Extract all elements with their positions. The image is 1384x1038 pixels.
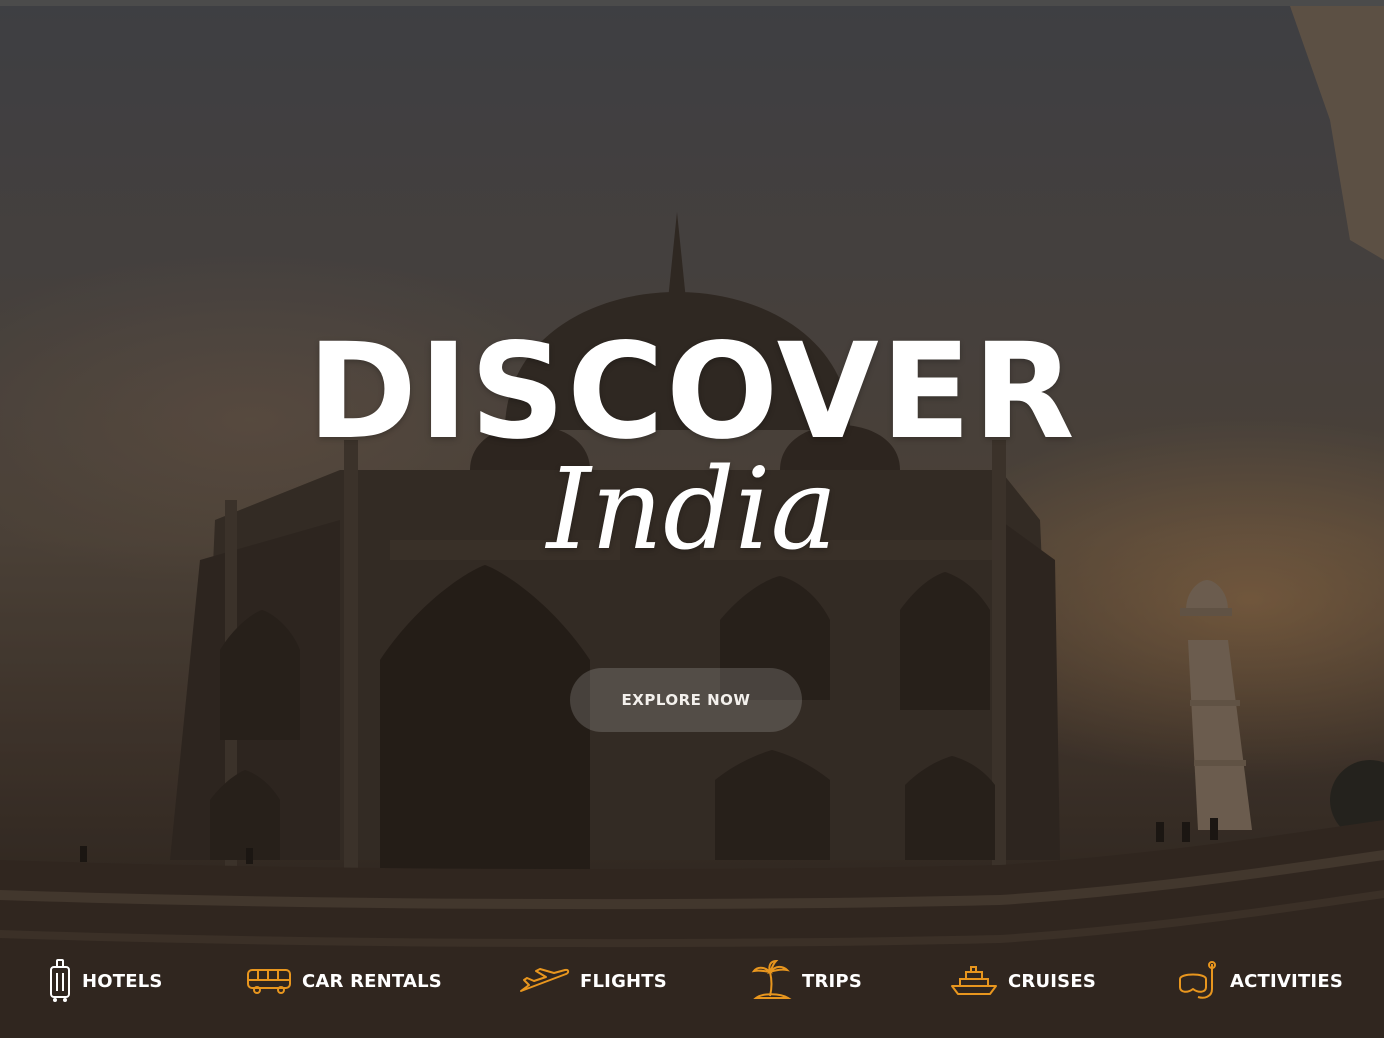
- airplane-icon: [518, 967, 570, 995]
- service-label: TRIPS: [802, 970, 862, 992]
- service-label: CAR RENTALS: [302, 970, 442, 992]
- ship-icon: [950, 966, 998, 996]
- hero-subtitle: India: [546, 445, 838, 575]
- service-item-activities[interactable]: ACTIVITIES: [1176, 950, 1343, 1012]
- service-label: HOTELS: [82, 970, 163, 992]
- luggage-icon: [48, 959, 72, 1003]
- services-nav: HOTELS CAR RENTALS FLIGHTS TRIPS CRUISES…: [0, 950, 1384, 1012]
- service-label: ACTIVITIES: [1230, 970, 1343, 992]
- hero-section: DISCOVER India EXPLORE NOW HOTELS CAR RE…: [0, 0, 1384, 1038]
- palm-island-icon: [750, 960, 792, 1002]
- explore-now-button[interactable]: EXPLORE NOW: [570, 668, 802, 732]
- service-item-trips[interactable]: TRIPS: [750, 950, 862, 1012]
- service-label: FLIGHTS: [580, 970, 667, 992]
- snorkel-mask-icon: [1176, 961, 1220, 1001]
- bus-icon: [246, 967, 292, 995]
- service-item-cruises[interactable]: CRUISES: [950, 950, 1096, 1012]
- service-item-car-rentals[interactable]: CAR RENTALS: [246, 950, 442, 1012]
- service-label: CRUISES: [1008, 970, 1097, 992]
- service-item-flights[interactable]: FLIGHTS: [518, 950, 667, 1012]
- service-item-hotels[interactable]: HOTELS: [48, 950, 163, 1012]
- top-bar: [0, 0, 1384, 6]
